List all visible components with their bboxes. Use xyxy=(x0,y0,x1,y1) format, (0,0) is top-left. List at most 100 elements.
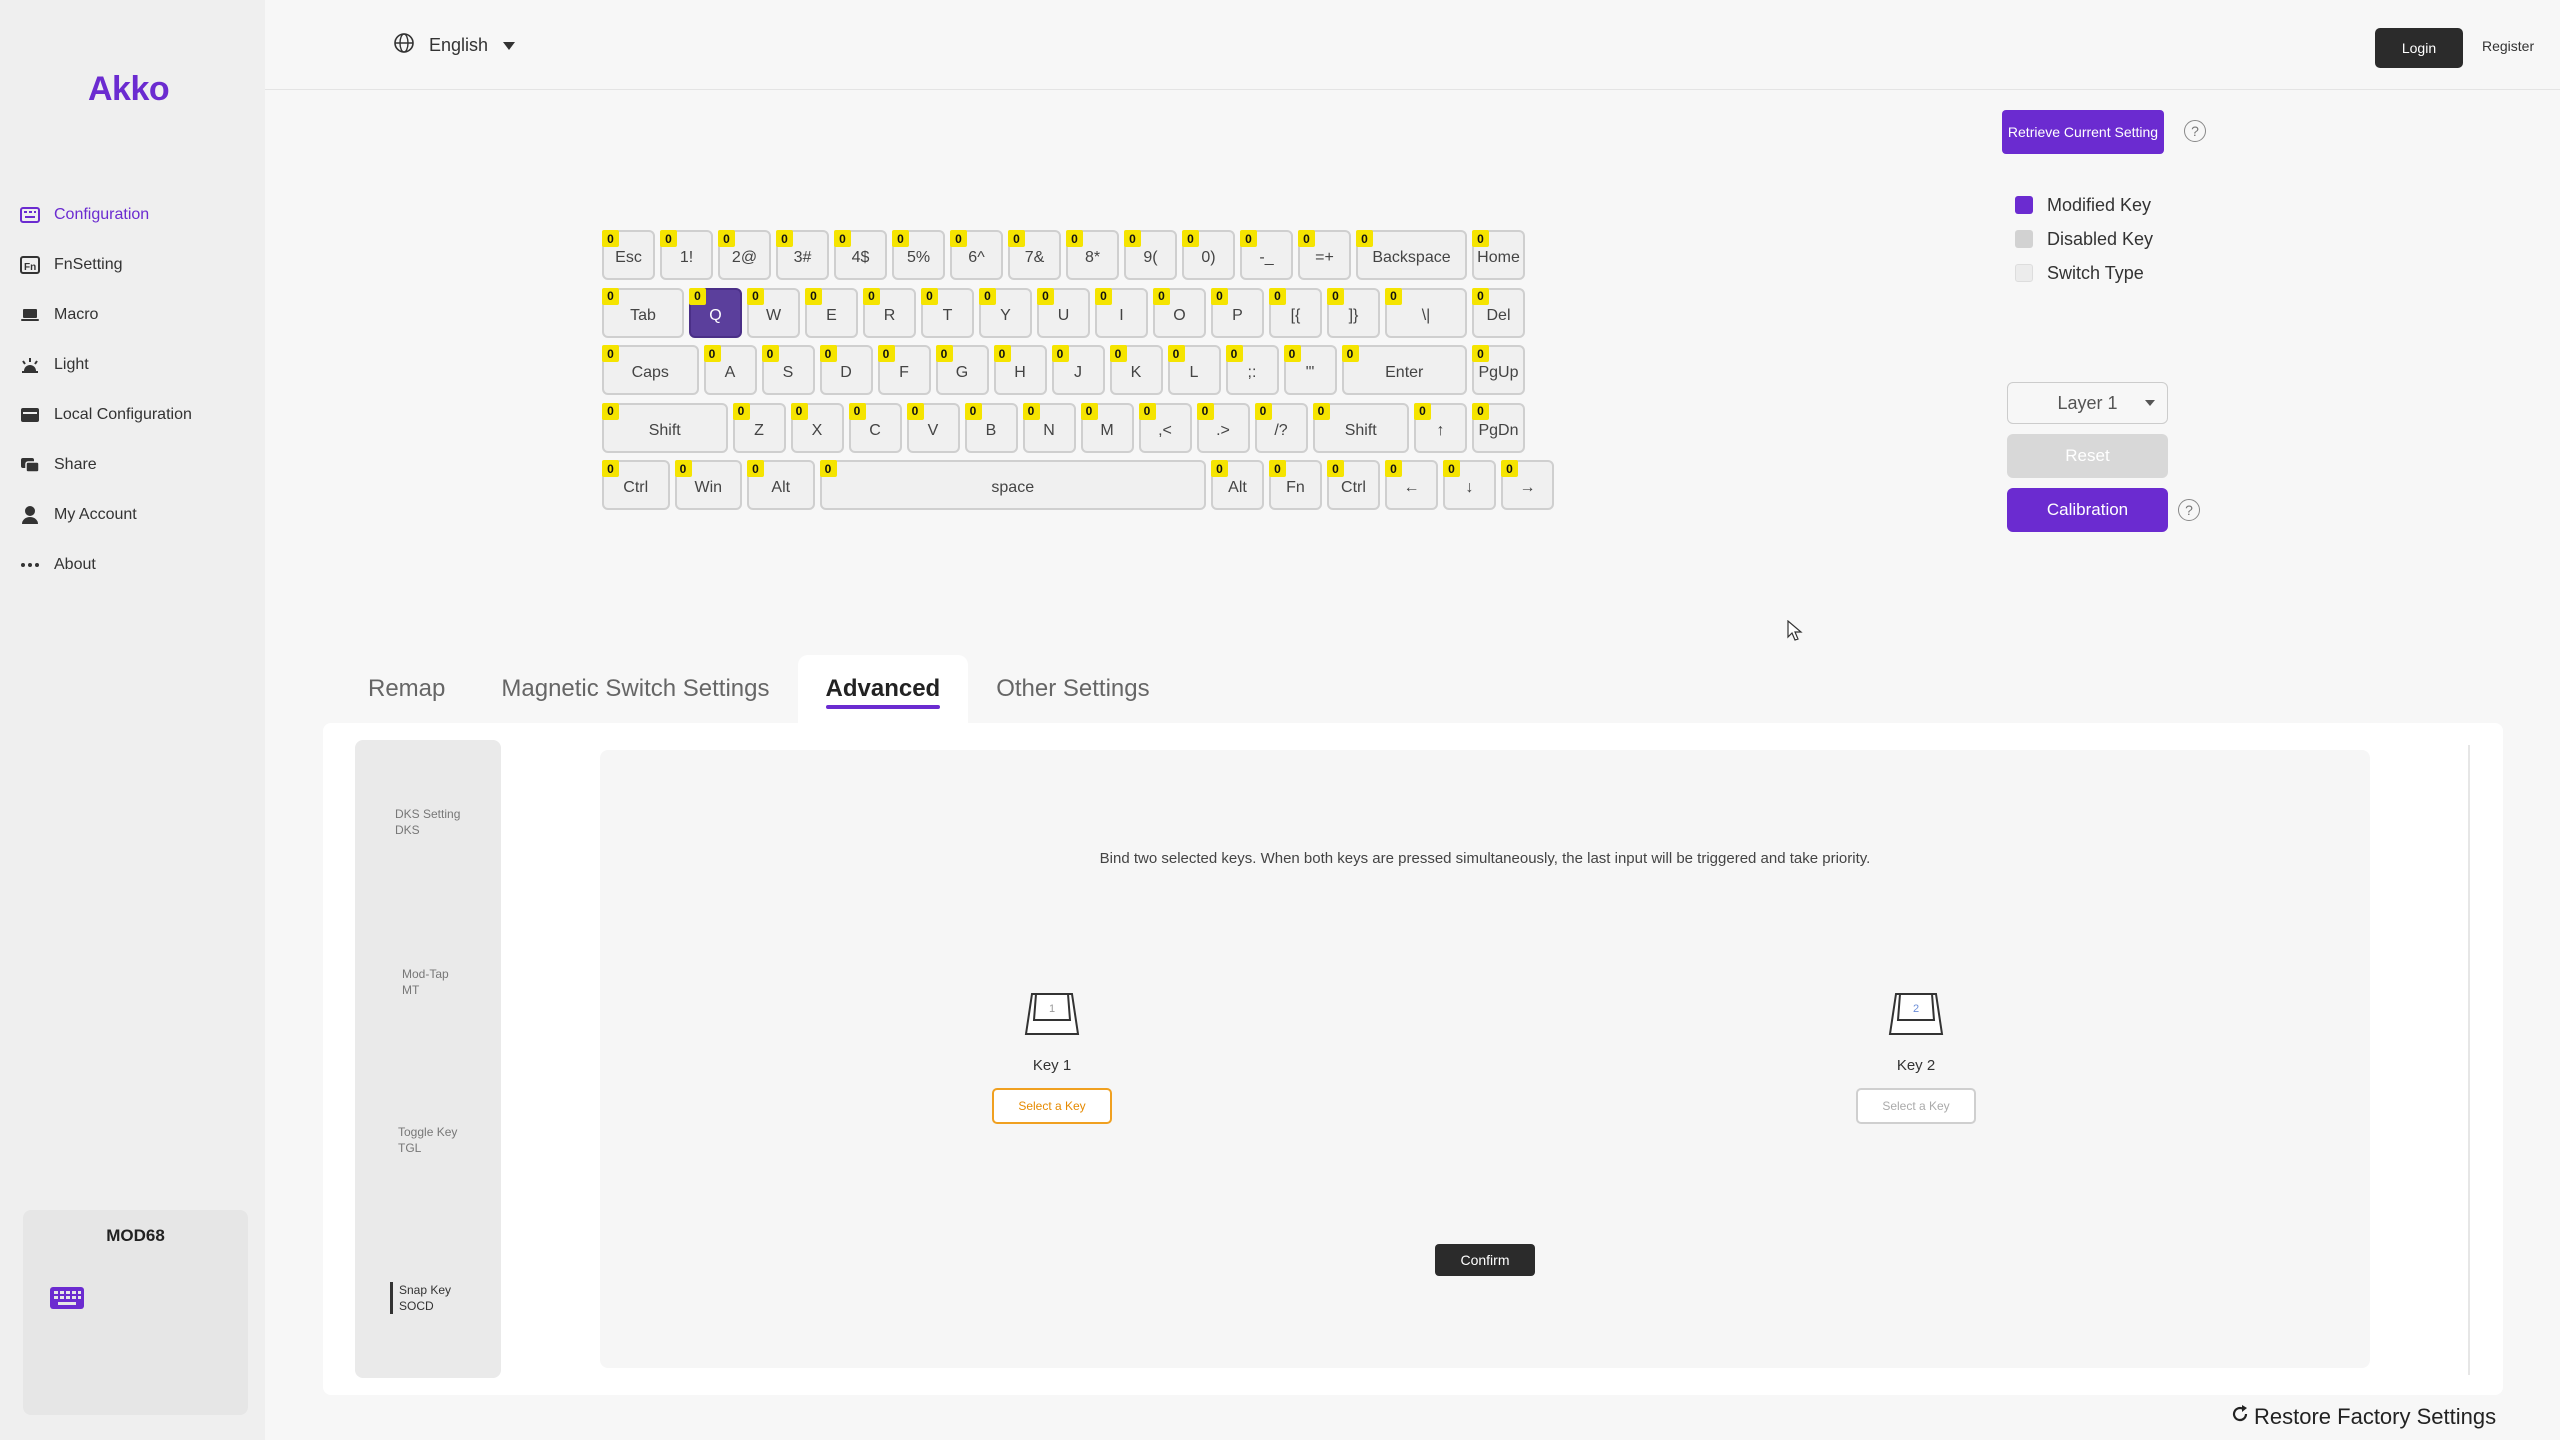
key-j[interactable]: 0J xyxy=(1051,345,1105,395)
key-slot-2: 2 Key 2 Select a Key xyxy=(1836,990,1996,1124)
key-shift[interactable]: 0 Shift xyxy=(1312,402,1409,453)
key-x[interactable]: 0X xyxy=(790,402,844,453)
key-k[interactable]: 0K xyxy=(1109,345,1163,395)
key-2[interactable]: 0 2@ xyxy=(718,230,771,280)
calibration-button[interactable]: Calibration xyxy=(2007,488,2168,532)
key-win[interactable]: 0 Win xyxy=(674,460,742,510)
key-symbol[interactable]: 0 =+ xyxy=(1298,230,1351,280)
akko-logo[interactable]: Akko xyxy=(88,70,170,109)
key-5[interactable]: 0 5% xyxy=(892,230,945,280)
register-link[interactable]: Register xyxy=(2482,38,2534,54)
key-symbol[interactable]: 0 '" xyxy=(1283,345,1337,395)
tab-other-settings[interactable]: Other Settings xyxy=(968,655,1177,723)
key-8[interactable]: 0 8* xyxy=(1066,230,1119,280)
key-home[interactable]: 0 Home xyxy=(1472,230,1525,280)
key-r[interactable]: 0R xyxy=(863,287,916,338)
key-symbol[interactable]: 0 ↓ xyxy=(1443,460,1496,510)
key-symbol[interactable]: 0 -_ xyxy=(1240,230,1293,280)
key-fn[interactable]: 0 Fn xyxy=(1269,460,1322,510)
key-pgdn[interactable]: 0 PgDn xyxy=(1472,402,1525,453)
key-6[interactable]: 0 6^ xyxy=(950,230,1003,280)
key-symbol[interactable]: 0]} xyxy=(1327,287,1380,338)
key-backspace[interactable]: 0 Backspace xyxy=(1356,230,1467,280)
sidebar-item-share[interactable]: Share xyxy=(0,440,265,490)
key-g[interactable]: 0G xyxy=(935,345,989,395)
key-v[interactable]: 0V xyxy=(906,402,960,453)
key-ctrl[interactable]: 0 Ctrl xyxy=(602,460,670,510)
key-3[interactable]: 0 3# xyxy=(776,230,829,280)
key-alt[interactable]: 0 Alt xyxy=(1211,460,1264,510)
key-a[interactable]: 0A xyxy=(703,345,757,395)
help-icon[interactable]: ? xyxy=(2178,499,2200,521)
device-card[interactable]: MOD68 xyxy=(23,1210,248,1415)
key-p[interactable]: 0P xyxy=(1211,287,1264,338)
key-f[interactable]: 0F xyxy=(877,345,931,395)
key-symbol[interactable]: 0 ,< xyxy=(1138,402,1192,453)
key-symbol[interactable]: 0[{ xyxy=(1269,287,1322,338)
login-button[interactable]: Login xyxy=(2375,28,2463,68)
language-selector[interactable]: English xyxy=(393,32,516,59)
key-w[interactable]: 0W xyxy=(747,287,800,338)
subnav-item-mod-tap[interactable]: Mod-Tap MT xyxy=(402,966,449,998)
key-pgup[interactable]: 0 PgUp xyxy=(1472,345,1525,395)
sidebar-item-my-account[interactable]: My Account xyxy=(0,490,265,540)
sidebar-item-about[interactable]: About xyxy=(0,540,265,590)
sidebar-item-light[interactable]: Light xyxy=(0,340,265,390)
key-c[interactable]: 0C xyxy=(848,402,902,453)
sidebar-item-macro[interactable]: Macro xyxy=(0,290,265,340)
key-symbol[interactable]: 0 \| xyxy=(1385,287,1467,338)
key-z[interactable]: 0Z xyxy=(732,402,786,453)
key-t[interactable]: 0T xyxy=(921,287,974,338)
restore-factory-settings-button[interactable]: Restore Factory Settings xyxy=(2230,1404,2496,1430)
confirm-button[interactable]: Confirm xyxy=(1435,1244,1535,1276)
key-enter[interactable]: 0 Enter xyxy=(1341,345,1467,395)
key-d[interactable]: 0D xyxy=(819,345,873,395)
key-7[interactable]: 0 7& xyxy=(1008,230,1061,280)
sidebar-item-fnsetting[interactable]: Fn FnSetting xyxy=(0,240,265,290)
key-9[interactable]: 0 9( xyxy=(1124,230,1177,280)
key-esc[interactable]: 0 Esc xyxy=(602,230,655,280)
key-l[interactable]: 0L xyxy=(1167,345,1221,395)
key-m[interactable]: 0M xyxy=(1080,402,1134,453)
subnav-item-toggle-key[interactable]: Toggle Key TGL xyxy=(398,1124,457,1156)
key-del[interactable]: 0 Del xyxy=(1472,287,1525,338)
key-1[interactable]: 0 1! xyxy=(660,230,713,280)
select-key-2-button[interactable]: Select a Key xyxy=(1856,1088,1976,1124)
layer-select[interactable]: Layer 1 xyxy=(2007,382,2168,424)
key-caps[interactable]: 0 Caps xyxy=(602,345,699,395)
tab-remap[interactable]: Remap xyxy=(340,655,473,723)
key-o[interactable]: 0O xyxy=(1153,287,1206,338)
key-symbol[interactable]: 0 .> xyxy=(1196,402,1250,453)
key-s[interactable]: 0S xyxy=(761,345,815,395)
key-tab[interactable]: 0 Tab xyxy=(602,287,684,338)
tab-magnetic-switch-settings[interactable]: Magnetic Switch Settings xyxy=(473,655,797,723)
key-symbol[interactable]: 0/? xyxy=(1254,402,1308,453)
key-i[interactable]: 0I xyxy=(1095,287,1148,338)
key-alt[interactable]: 0 Alt xyxy=(747,460,815,510)
key-ctrl[interactable]: 0 Ctrl xyxy=(1327,460,1380,510)
subnav-item-snap-key[interactable]: Snap Key SOCD xyxy=(390,1282,451,1314)
key-4[interactable]: 0 4$ xyxy=(834,230,887,280)
key-shift[interactable]: 0 Shift xyxy=(602,402,728,453)
sidebar-item-configuration[interactable]: Configuration xyxy=(0,190,265,240)
help-icon[interactable]: ? xyxy=(2184,120,2206,142)
tab-advanced[interactable]: Advanced xyxy=(797,655,969,723)
key-e[interactable]: 0E xyxy=(805,287,858,338)
key-symbol[interactable]: 0;: xyxy=(1225,345,1279,395)
key-y[interactable]: 0Y xyxy=(979,287,1032,338)
select-key-1-button[interactable]: Select a Key xyxy=(992,1088,1112,1124)
key-0[interactable]: 0 0) xyxy=(1182,230,1235,280)
key-symbol[interactable]: 0 ← xyxy=(1385,460,1438,510)
key-u[interactable]: 0U xyxy=(1037,287,1090,338)
key-b[interactable]: 0B xyxy=(964,402,1018,453)
retrieve-current-setting-button[interactable]: Retrieve Current Setting xyxy=(2002,110,2164,154)
key-n[interactable]: 0N xyxy=(1022,402,1076,453)
key-h[interactable]: 0H xyxy=(993,345,1047,395)
key-q[interactable]: 0Q xyxy=(689,287,742,338)
key-symbol[interactable]: 0 ↑ xyxy=(1414,402,1467,453)
sidebar-item-local-configuration[interactable]: Local Configuration xyxy=(0,390,265,440)
reset-button[interactable]: Reset xyxy=(2007,434,2168,478)
key-space[interactable]: 0 space xyxy=(819,460,1206,510)
key-symbol[interactable]: 0 → xyxy=(1501,460,1554,510)
subnav-item-dks[interactable]: DKS Setting DKS xyxy=(395,806,460,838)
